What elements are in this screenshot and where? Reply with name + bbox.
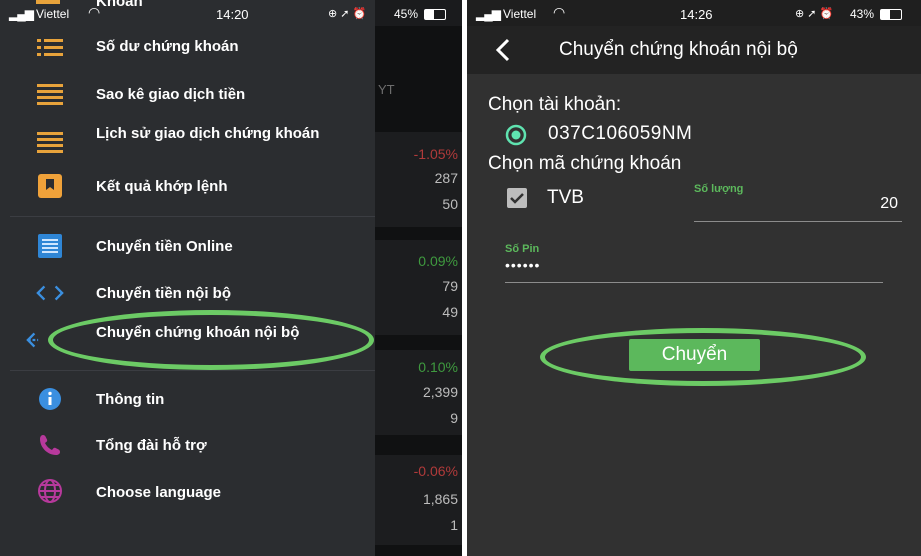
menu-item-label: Tổng đài hỗ trợ xyxy=(96,437,207,454)
pin-value: •••••• xyxy=(505,257,541,273)
pin-label: Số Pin xyxy=(505,243,540,255)
menu-item-tong-dai-ho-tro[interactable]: Tổng đài hỗ trợ xyxy=(0,433,375,459)
location-alarm-icons: ⊕ ➚ ⏰ xyxy=(328,8,367,20)
volume-value: 49 xyxy=(442,304,458,320)
quantity-label: Số lượng xyxy=(694,183,744,195)
menu-divider xyxy=(10,370,375,371)
carrier-name: Viettel xyxy=(503,7,537,21)
market-column-header: YT xyxy=(378,82,395,97)
list-icon xyxy=(36,35,64,59)
highlight-ring xyxy=(540,328,866,386)
menu-item-label: Chuyển tiền Online xyxy=(96,238,233,255)
signal-icon: ▂▄▆ xyxy=(9,7,34,21)
battery-percent: 43% xyxy=(850,7,875,21)
top-app-bar: Chuyển chứng khoán nội bộ xyxy=(467,26,921,74)
account-section-label: Chọn tài khoản: xyxy=(488,94,622,115)
page-title: Chuyển chứng khoán nội bộ xyxy=(559,39,798,60)
back-arrow-icon xyxy=(495,38,510,62)
quantity-value: 20 xyxy=(880,195,898,212)
market-row: -0.06% 1,865 1 xyxy=(375,455,462,545)
menu-item-so-du-chung-khoan[interactable]: Số dư chứng khoán xyxy=(0,35,375,59)
menu-item-label: Chuyển tiền nội bộ xyxy=(96,285,231,302)
menu-item-label: Sao kê giao dịch tiền xyxy=(96,86,246,103)
status-time: 14:26 xyxy=(680,7,713,22)
change-value: -1.05% xyxy=(413,146,458,162)
menu-item-label: Choose language xyxy=(96,484,222,501)
menu-item-lich-su-giao-dich[interactable]: Lịch sử giao dịch chứng khoán xyxy=(0,124,375,160)
price-value: 2,399 xyxy=(422,384,458,400)
back-button[interactable] xyxy=(495,38,511,67)
globe-icon xyxy=(36,479,64,503)
radio-selected-icon xyxy=(505,124,527,146)
phone-icon xyxy=(36,433,64,457)
status-time: 14:20 xyxy=(216,7,249,22)
menu-item-chuyen-tien-noi-bo[interactable]: Chuyển tiền nội bộ xyxy=(0,281,375,307)
history-icon xyxy=(36,130,64,154)
info-icon xyxy=(36,387,64,411)
highlight-ring xyxy=(48,310,374,370)
statement-icon xyxy=(36,82,64,106)
price-value: 79 xyxy=(442,278,458,294)
change-value: 0.10% xyxy=(418,359,458,375)
bookmark-icon xyxy=(36,174,64,198)
battery-icon xyxy=(424,9,446,20)
right-phone-screen: ▂▄▆ Viettel ◠ 14:26 ⊕ ➚ ⏰ 43% Chuyển chứ… xyxy=(467,0,921,556)
account-number[interactable]: 037C106059NM xyxy=(548,123,692,145)
volume-value: 1 xyxy=(450,517,458,533)
menu-item-label: Thông tin xyxy=(96,391,165,408)
quantity-field[interactable]: Số lượng 20 xyxy=(694,183,902,223)
menu-item-ket-qua-khop-lenh[interactable]: Kết quả khớp lệnh xyxy=(0,174,375,200)
menu-item-label: Kết quả khớp lệnh xyxy=(96,178,228,195)
price-value: 1,865 xyxy=(422,491,458,507)
wifi-icon: ◠ xyxy=(553,4,566,20)
account-radio-button[interactable] xyxy=(505,124,527,146)
menu-item-chuyen-tien-online[interactable]: Chuyển tiền Online xyxy=(0,234,375,260)
status-bar: ▂▄▆ Viettel ◠ 14:20 ⊕ ➚ ⏰ 45% xyxy=(0,0,462,26)
pin-field[interactable]: Số Pin •••••• xyxy=(505,243,883,285)
carrier-name: Viettel xyxy=(36,7,70,21)
signal-icon: ▂▄▆ xyxy=(476,7,501,21)
navigation-drawer: Khoản Số dư chứng khoán Sao kê giao dịch… xyxy=(0,0,375,556)
stock-checkbox[interactable] xyxy=(507,188,527,208)
volume-value: 9 xyxy=(450,410,458,426)
market-row: 0.10% 2,399 9 xyxy=(375,350,462,435)
price-value: 287 xyxy=(434,170,458,186)
market-row: 0.09% 79 49 xyxy=(375,240,462,335)
status-bar: ▂▄▆ Viettel ◠ 14:26 ⊕ ➚ ⏰ 43% xyxy=(467,0,921,26)
quantity-underline xyxy=(694,221,902,222)
volume-value: 50 xyxy=(442,196,458,212)
stock-code: TVB xyxy=(547,187,584,208)
stock-section-label: Chọn mã chứng khoán xyxy=(488,153,682,174)
menu-divider xyxy=(10,216,375,217)
menu-item-label: Lịch sử giao dịch chứng khoán xyxy=(96,125,320,142)
battery-percent: 45% xyxy=(394,7,419,21)
left-phone-screen: YT -1.05% 287 50 0.09% 79 49 0.10% 2,399… xyxy=(0,0,462,556)
change-value: -0.06% xyxy=(413,463,458,479)
change-value: 0.09% xyxy=(418,253,458,269)
pin-underline xyxy=(505,282,883,283)
market-row: -1.05% 287 50 xyxy=(375,132,462,227)
menu-item-label: Số dư chứng khoán xyxy=(96,38,239,55)
wifi-icon: ◠ xyxy=(88,4,101,20)
checkmark-icon xyxy=(510,193,524,204)
location-alarm-icons: ⊕ ➚ ⏰ xyxy=(795,8,834,20)
menu-item-thong-tin[interactable]: Thông tin xyxy=(0,387,375,413)
code-arrows-icon xyxy=(36,281,64,305)
menu-item-choose-language[interactable]: Choose language xyxy=(0,479,375,505)
menu-item-sao-ke-giao-dich-tien[interactable]: Sao kê giao dịch tiền xyxy=(0,82,375,106)
online-transfer-icon xyxy=(36,234,64,258)
battery-icon xyxy=(880,9,902,20)
